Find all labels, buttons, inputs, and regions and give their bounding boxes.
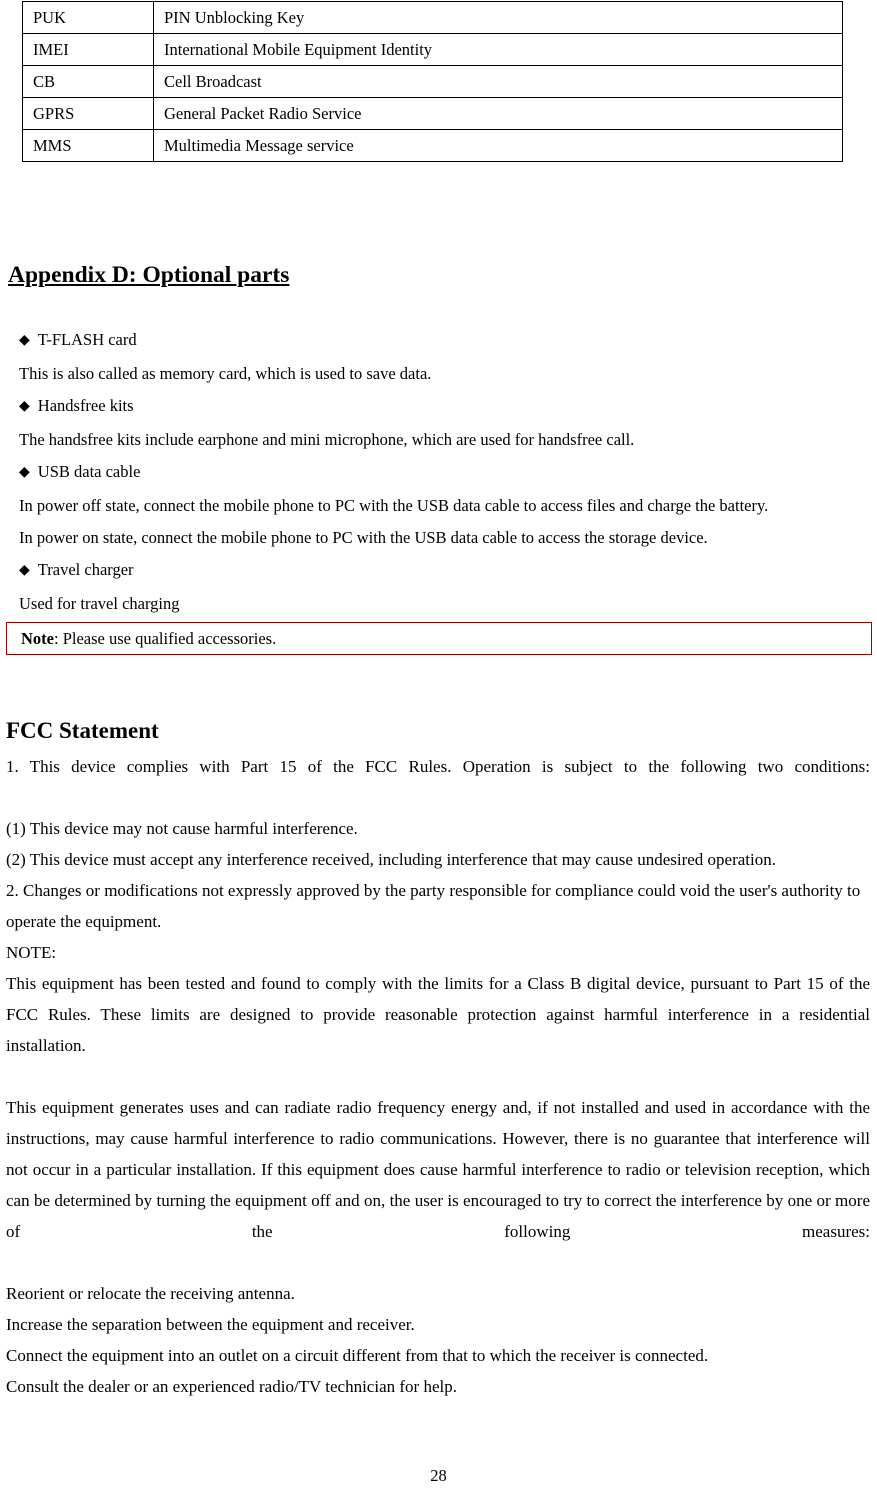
- diamond-bullet-icon: ◆: [19, 465, 30, 480]
- table-row: CB Cell Broadcast: [22, 65, 843, 98]
- fcc-measure-1: Reorient or relocate the receiving anten…: [6, 1284, 295, 1303]
- table-cell-meaning: Multimedia Message service: [153, 129, 843, 162]
- page-number: 28: [430, 1466, 447, 1485]
- diamond-bullet-icon: ◆: [19, 399, 30, 414]
- appendix-heading: Appendix D: Optional parts: [8, 262, 290, 288]
- fcc-paragraph-6: This equipment generates uses and can ra…: [6, 1098, 870, 1241]
- fcc-measure-3: Connect the equipment into an outlet on …: [6, 1346, 709, 1365]
- table-cell-meaning: International Mobile Equipment Identity: [153, 33, 843, 66]
- part-description-usb-cable: In power off state, connect the mobile p…: [19, 490, 869, 554]
- table-row: IMEI International Mobile Equipment Iden…: [22, 33, 843, 66]
- fcc-measure-2: Increase the separation between the equi…: [6, 1315, 415, 1334]
- table-cell-abbr: MMS: [22, 129, 154, 162]
- part-item-title-handsfree: ◆ Handsfree kits: [19, 390, 872, 424]
- fcc-paragraph-3: (2) This device must accept any interfer…: [6, 850, 777, 869]
- document-page: PUK PIN Unblocking Key IMEI Internationa…: [0, 0, 877, 1510]
- fcc-measure-4: Consult the dealer or an experienced rad…: [6, 1377, 457, 1396]
- part-description-handsfree: The handsfree kits include earphone and …: [19, 430, 635, 449]
- glossary-table: PUK PIN Unblocking Key IMEI Internationa…: [22, 1, 843, 162]
- fcc-paragraph-2: (1) This device may not cause harmful in…: [6, 819, 358, 838]
- fcc-paragraph-4: 2. Changes or modifications not expressl…: [6, 881, 861, 931]
- table-cell-meaning: General Packet Radio Service: [153, 97, 843, 130]
- note-body: Please use qualified accessories.: [62, 629, 277, 648]
- part-title-label: USB data cable: [37, 462, 141, 481]
- table-cell-abbr: PUK: [22, 1, 154, 34]
- diamond-bullet-icon: ◆: [19, 563, 30, 578]
- fcc-statement-body: 1. This device complies with Part 15 of …: [6, 751, 870, 1402]
- part-title-label: Handsfree kits: [37, 396, 134, 415]
- part-title-label: Travel charger: [37, 560, 134, 579]
- fcc-paragraph-note-label: NOTE:: [6, 943, 57, 962]
- part-title-label: T-FLASH card: [37, 330, 137, 349]
- part-item-title-t-flash: ◆ T-FLASH card: [19, 324, 872, 358]
- table-row: GPRS General Packet Radio Service: [22, 97, 843, 130]
- diamond-bullet-icon: ◆: [19, 333, 30, 348]
- part-item-title-usb-cable: ◆ USB data cable: [19, 456, 872, 490]
- part-description-t-flash: This is also called as memory card, whic…: [19, 364, 432, 383]
- table-cell-meaning: PIN Unblocking Key: [153, 1, 843, 34]
- table-cell-abbr: GPRS: [22, 97, 154, 130]
- part-description-usb-line2: In power on state, connect the mobile ph…: [19, 528, 708, 547]
- part-description-usb-line1: In power off state, connect the mobile p…: [19, 496, 769, 515]
- note-text: Note: Please use qualified accessories.: [7, 623, 871, 654]
- optional-parts-block: ◆ T-FLASH card This is also called as mem…: [19, 324, 872, 620]
- fcc-statement-heading: FCC Statement: [6, 718, 159, 743]
- part-description-travel-charger: Used for travel charging: [19, 594, 180, 613]
- table-cell-abbr: IMEI: [22, 33, 154, 66]
- table-cell-meaning: Cell Broadcast: [153, 65, 843, 98]
- note-callout-box: Note: Please use qualified accessories.: [6, 622, 872, 655]
- part-item-title-travel-charger: ◆ Travel charger: [19, 554, 872, 588]
- fcc-paragraph-5: This equipment has been tested and found…: [6, 974, 870, 1055]
- fcc-paragraph-1: 1. This device complies with Part 15 of …: [6, 757, 870, 776]
- table-row: PUK PIN Unblocking Key: [22, 1, 843, 34]
- table-row: MMS Multimedia Message service: [22, 129, 843, 162]
- glossary-table-body: PUK PIN Unblocking Key IMEI Internationa…: [22, 1, 843, 162]
- note-label: Note: [21, 629, 54, 648]
- table-cell-abbr: CB: [22, 65, 154, 98]
- note-separator: :: [53, 629, 63, 648]
